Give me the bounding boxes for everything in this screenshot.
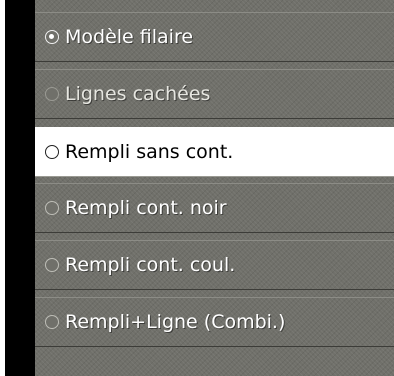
option-label: Lignes cachées — [65, 83, 211, 105]
option-rempli-ligne-combi[interactable]: Rempli+Ligne (Combi.) — [35, 297, 394, 347]
option-label: Rempli cont. noir — [65, 197, 227, 219]
option-lignes-cachees[interactable]: Lignes cachées — [35, 69, 394, 119]
radio-selected-icon — [45, 30, 59, 44]
option-rempli-cont-coul[interactable]: Rempli cont. coul. — [35, 240, 394, 290]
option-modele-filaire[interactable]: Modèle filaire — [35, 12, 394, 62]
option-label: Rempli cont. coul. — [65, 254, 236, 276]
option-label: Rempli+Ligne (Combi.) — [65, 311, 286, 333]
left-black-bar — [5, 0, 35, 376]
radio-unselected-icon — [45, 258, 59, 272]
radio-unselected-icon — [45, 145, 59, 159]
option-rempli-sans-cont[interactable]: Rempli sans cont. — [35, 127, 394, 177]
radio-unselected-icon — [45, 87, 59, 101]
render-mode-menu: Modèle filaire Lignes cachées Rempli san… — [0, 0, 394, 376]
option-label: Rempli sans cont. — [65, 141, 234, 163]
option-rempli-cont-noir[interactable]: Rempli cont. noir — [35, 183, 394, 233]
option-label: Modèle filaire — [65, 26, 194, 48]
radio-unselected-icon — [45, 201, 59, 215]
render-options-panel: Modèle filaire Lignes cachées Rempli san… — [35, 0, 394, 376]
radio-unselected-icon — [45, 315, 59, 329]
